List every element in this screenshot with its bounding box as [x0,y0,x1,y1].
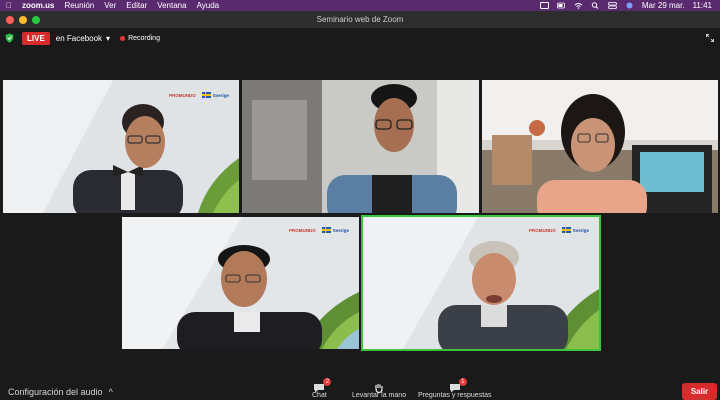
hand-icon [373,380,385,394]
video-tile-participant-4[interactable]: PROMUNDO Sverige [122,217,359,349]
leave-button[interactable]: Salir [682,383,717,400]
participant-1-video [3,80,239,213]
participant-3-video [482,80,718,213]
participant-4-video [122,217,359,349]
qa-label: Preguntas y respuestas [418,392,492,399]
stream-target-dropdown[interactable]: en Facebook ▾ [56,34,110,43]
audio-settings-button[interactable]: Configuración del audio ^ [8,387,113,397]
chat-badge: 2 [323,378,332,386]
battery-icon[interactable] [556,2,566,9]
chevron-up-icon[interactable]: ^ [109,387,113,397]
menu-ventana[interactable]: Ventana [157,1,186,10]
recording-label: Recording [128,34,160,42]
macos-menubar:  zoom.us Reunión Ver Editar Ventana Ayu… [0,0,720,11]
raise-hand-label: Levantar la mano [352,392,407,399]
wifi-icon[interactable] [574,2,583,9]
menu-ver[interactable]: Ver [104,1,116,10]
sponsor-logos: PROMUNDO Sverige [169,92,229,98]
promundo-logo-2: PROMUNDO [288,227,316,233]
shield-icon[interactable] [5,33,14,43]
chat-button[interactable]: 2 Chat [312,378,332,399]
promundo-logo-3: PROMUNDO [528,227,556,233]
video-tile-participant-3[interactable] [482,80,718,213]
menu-ayuda[interactable]: Ayuda [197,1,220,10]
menubar-date[interactable]: Mar 29 mar. [642,1,685,10]
qa-icon: 1 [449,378,467,393]
meeting-toolbar: Configuración del audio ^ 2 Chat Levanta… [0,378,720,400]
promundo-logo: PROMUNDO [168,92,196,98]
zoom-status-icon[interactable] [539,2,549,9]
sverige-logo-2: Sverige [321,227,349,233]
recording-dot-icon [120,35,126,41]
sweden-flag-icon-3 [561,227,571,233]
participant-5-video [363,217,599,349]
apple-icon[interactable]:  [6,1,12,10]
menu-app-name[interactable]: zoom.us [22,1,54,10]
chat-icon: 2 [313,378,332,393]
stream-target-label: en Facebook [55,33,103,43]
siri-icon[interactable] [625,2,634,9]
audio-settings-label: Configuración del audio [8,387,103,397]
menu-reunion[interactable]: Reunión [64,1,94,10]
qa-badge: 1 [458,378,467,386]
sverige-logo: Sverige [201,92,229,98]
sponsor-logos-3: PROMUNDO Sverige [529,227,589,233]
recording-indicator[interactable]: Recording [120,35,160,42]
sweden-flag-icon-2 [321,227,331,233]
sponsor-logos-2: PROMUNDO Sverige [289,227,349,233]
video-tile-participant-2[interactable] [242,80,479,213]
chat-label: Chat [312,392,327,399]
control-center-icon[interactable] [607,2,617,9]
raise-hand-button[interactable]: Levantar la mano [352,380,406,399]
participant-2-video [242,80,479,213]
video-tile-participant-1[interactable]: PROMUNDO Sverige [3,80,239,213]
chevron-down-icon: ▾ [106,33,111,43]
search-icon[interactable] [591,2,600,9]
window-titlebar: Seminario web de Zoom [0,11,720,28]
qa-button[interactable]: 1 Preguntas y respuestas [418,378,492,399]
sverige-logo-3: Sverige [561,227,589,233]
video-tile-active-speaker[interactable]: PROMUNDO Sverige [361,215,601,351]
menubar-time[interactable]: 11:41 [693,1,712,10]
window-title: Seminario web de Zoom [316,15,404,24]
sweden-flag-icon [201,92,211,98]
meeting-info-bar: LIVE en Facebook ▾ Recording [0,28,720,48]
fullscreen-icon[interactable] [706,34,714,42]
live-badge[interactable]: LIVE [22,31,50,45]
menu-editar[interactable]: Editar [126,1,147,10]
